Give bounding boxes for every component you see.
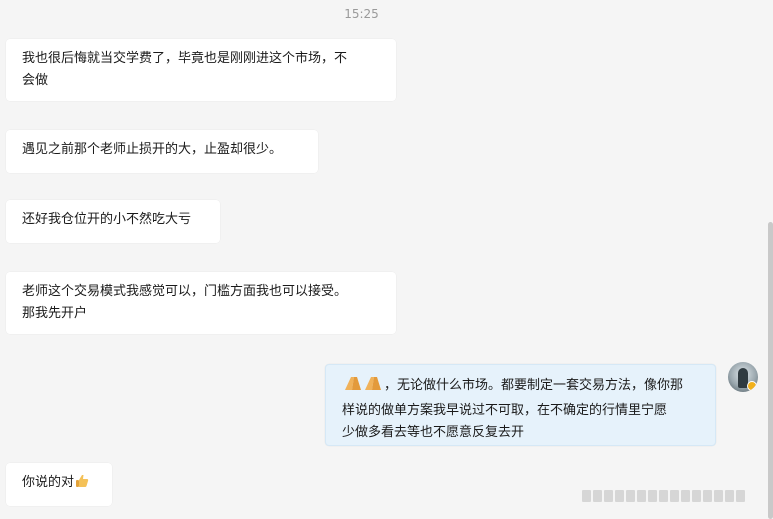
message-timestamp: 15:25 [344, 7, 379, 21]
watermark [582, 490, 745, 502]
message-bubble-3[interactable]: 还好我仓位开的小不然吃大亏 [6, 200, 220, 243]
message-text: ，无论做什么市场。都要制定一套交易方法，像你那 样说的做单方案我早说过不可取，在… [342, 378, 684, 440]
message-text: 老师这个交易模式我感觉可以，门槛方面我也可以接受。 那我先开户 [22, 284, 348, 321]
thumbs-up-emoji [74, 473, 90, 497]
message-text: 我也很后悔就当交学费了，毕竟也是刚刚进这个市场，不 会做 [22, 51, 348, 88]
scrollbar[interactable] [768, 222, 773, 519]
message-text: 还好我仓位开的小不然吃大亏 [22, 212, 192, 227]
message-bubble-2[interactable]: 遇见之前那个老师止损开的大，止盈却很少。 [6, 130, 318, 173]
folded-hands-emoji [342, 374, 384, 400]
message-bubble-1[interactable]: 我也很后悔就当交学费了，毕竟也是刚刚进这个市场，不 会做 [6, 39, 396, 101]
user-avatar[interactable] [728, 362, 758, 392]
message-text: 你说的对 [22, 475, 75, 490]
message-bubble-me[interactable]: ，无论做什么市场。都要制定一套交易方法，像你那 样说的做单方案我早说过不可取，在… [325, 364, 716, 446]
message-bubble-6[interactable]: 你说的对 [6, 463, 112, 506]
message-text: 遇见之前那个老师止损开的大，止盈却很少。 [22, 142, 283, 157]
chat-window: 15:25 我也很后悔就当交学费了，毕竟也是刚刚进这个市场，不 会做 遇见之前那… [0, 0, 773, 519]
verified-badge-icon [747, 381, 757, 391]
message-bubble-4[interactable]: 老师这个交易模式我感觉可以，门槛方面我也可以接受。 那我先开户 [6, 272, 396, 334]
